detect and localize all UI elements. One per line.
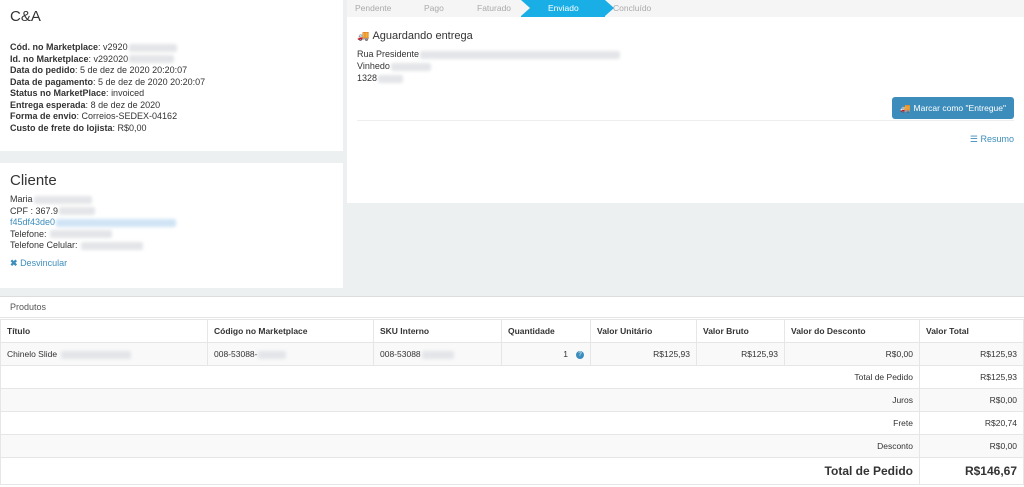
table-row: Chinelo Slide 008-53088- 008-53088 1? R$… (0, 342, 1024, 366)
summary-row: Frete R$20,74 (0, 411, 1024, 435)
field-shipping-cost: Custo de frete do lojista: R$0,00 (10, 122, 147, 133)
field-marketplace-id: Id. no Marketplace: v292020 (10, 54, 333, 66)
summary-label-interest: Juros (0, 388, 920, 412)
truck-icon: 🚚 (357, 31, 370, 42)
field-marketplace-code: Cód. no Marketplace: v2920 (10, 42, 333, 54)
product-title: Chinelo Slide (0, 342, 208, 366)
address-city: Vinhedo (357, 60, 431, 72)
summary-value-interest: R$0,00 (919, 388, 1024, 412)
divider (357, 120, 1014, 121)
grand-total-label: Total de Pedido (0, 457, 920, 485)
summary-value-order-total: R$125,93 (919, 365, 1024, 389)
product-sku: 008-53088 (373, 342, 502, 366)
field-order-date: Data do pedido: 5 de dez de 2020 20:20:0… (10, 65, 188, 75)
product-discount: R$0,00 (784, 342, 920, 366)
summary-value-freight: R$20,74 (919, 411, 1024, 435)
summary-label-order-total: Total de Pedido (0, 365, 920, 389)
status-panel: Pendente Pago Faturado Enviado Concluído… (347, 0, 1024, 203)
client-panel: Cliente Maria CPF : 367.9 f45df43de0 Tel… (0, 163, 343, 288)
step-completed: Concluído (613, 3, 652, 13)
client-email-link[interactable]: f45df43de0 (10, 217, 333, 229)
products-table: Título Código no Marketplace SKU Interno… (0, 319, 1024, 485)
step-invoiced: Faturado (477, 3, 512, 13)
field-expected-delivery: Entrega esperada: 8 de dez de 2020 (10, 99, 161, 110)
summary-row: Juros R$0,00 (0, 388, 1024, 412)
list-icon: ☰ (969, 134, 978, 144)
close-icon: ✖ (10, 257, 18, 268)
grand-total-value: R$146,67 (919, 457, 1024, 485)
resumo-link[interactable]: ☰ Resumo (970, 134, 1014, 145)
col-sku: SKU Interno (373, 319, 502, 343)
product-unit-value: R$125,93 (590, 342, 697, 366)
col-discount: Valor do Desconto (784, 319, 920, 343)
step-pending: Pendente (355, 3, 392, 13)
product-quantity: 1? (501, 342, 591, 366)
help-icon[interactable]: ? (576, 350, 584, 359)
product-total: R$125,93 (919, 342, 1024, 366)
client-cell-phone: Telefone Celular: (10, 240, 333, 252)
summary-row: Total de Pedido R$125,93 (0, 365, 1024, 389)
table-header: Título Código no Marketplace SKU Interno… (0, 319, 1024, 343)
step-paid: Pago (424, 3, 444, 13)
col-marketplace-code: Código no Marketplace (207, 319, 374, 343)
address-zip: 1328 (357, 72, 404, 84)
shipment-title: 🚚 Aguardando entrega (357, 30, 473, 42)
col-unit-value: Valor Unitário (590, 319, 697, 343)
grand-total-row: Total de Pedido R$146,67 (0, 457, 1024, 485)
summary-label-freight: Frete (0, 411, 920, 435)
col-title: Título (0, 319, 208, 343)
address-street: Rua Presidente (357, 48, 621, 60)
summary-value-discount: R$0,00 (919, 434, 1024, 458)
step-shipped: Enviado (521, 0, 614, 17)
client-cpf: CPF : 367.9 (10, 206, 333, 218)
store-panel: C&A Cód. no Marketplace: v2920 Id. no Ma… (0, 0, 343, 151)
store-title: C&A (10, 8, 41, 25)
col-total: Valor Total (919, 319, 1024, 343)
summary-label-discount: Desconto (0, 434, 920, 458)
col-gross-value: Valor Bruto (696, 319, 785, 343)
order-steps: Pendente Pago Faturado Enviado Concluído (347, 0, 1024, 17)
field-marketplace-status: Status no MarketPlace: invoiced (10, 88, 145, 98)
products-panel: Produtos Título Código no Marketplace SK… (0, 296, 1024, 487)
client-phone: Telefone: (10, 229, 333, 241)
summary-row: Desconto R$0,00 (0, 434, 1024, 458)
mark-delivered-button[interactable]: 🚚 Marcar como "Entregue" (892, 97, 1014, 119)
field-payment-date: Data de pagamento: 5 de dez de 2020 20:2… (10, 76, 206, 87)
unlink-button[interactable]: ✖ Desvincular (10, 258, 333, 269)
col-quantity: Quantidade (501, 319, 591, 343)
truck-icon: 🚚 (899, 102, 911, 113)
client-title: Cliente (10, 172, 57, 189)
field-shipping-method: Forma de envio: Correios-SEDEX-04162 (10, 111, 178, 121)
product-code: 008-53088- (207, 342, 374, 366)
product-gross-value: R$125,93 (696, 342, 785, 366)
client-name: Maria (10, 194, 333, 206)
products-title: Produtos (0, 297, 1024, 318)
